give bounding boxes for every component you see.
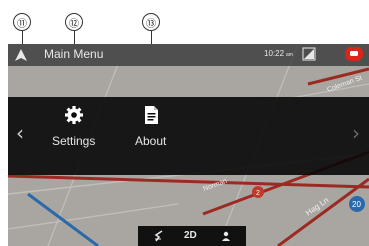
person-icon[interactable] [220, 230, 232, 242]
device-screen: Coleman St Norman 2 Hag Ln 20 Main Menu … [8, 44, 369, 246]
top-bar: Main Menu 10:22 am [8, 44, 369, 66]
signal-icon [302, 47, 316, 61]
bottom-bar: 2D [138, 226, 246, 246]
main-menu-panel: ‹ Settings About › [8, 97, 369, 175]
road-shield-20: 20 [352, 200, 361, 209]
chevron-right-icon[interactable]: › [352, 121, 360, 145]
callout-13: ⑬ [142, 13, 160, 31]
callout-12: ⑫ [65, 13, 83, 31]
document-icon [144, 106, 158, 124]
view-mode-toggle[interactable]: 2D [184, 230, 197, 241]
route-icon[interactable] [153, 230, 165, 242]
clock: 10:22 [264, 49, 285, 58]
chevron-left-icon[interactable]: ‹ [16, 121, 24, 145]
about-label: About [135, 134, 167, 148]
menu-item-settings[interactable]: Settings [52, 105, 95, 148]
message-icon[interactable] [345, 47, 363, 61]
road-shield-2: 2 [256, 190, 260, 197]
navigation-arrow-icon[interactable] [14, 48, 28, 62]
settings-label: Settings [52, 134, 96, 148]
screen-title: Main Menu [44, 47, 104, 61]
gear-icon [64, 106, 83, 124]
callout-11: ⑪ [13, 13, 31, 31]
menu-item-about[interactable]: About [135, 105, 166, 148]
clock-ampm: am [286, 52, 293, 58]
